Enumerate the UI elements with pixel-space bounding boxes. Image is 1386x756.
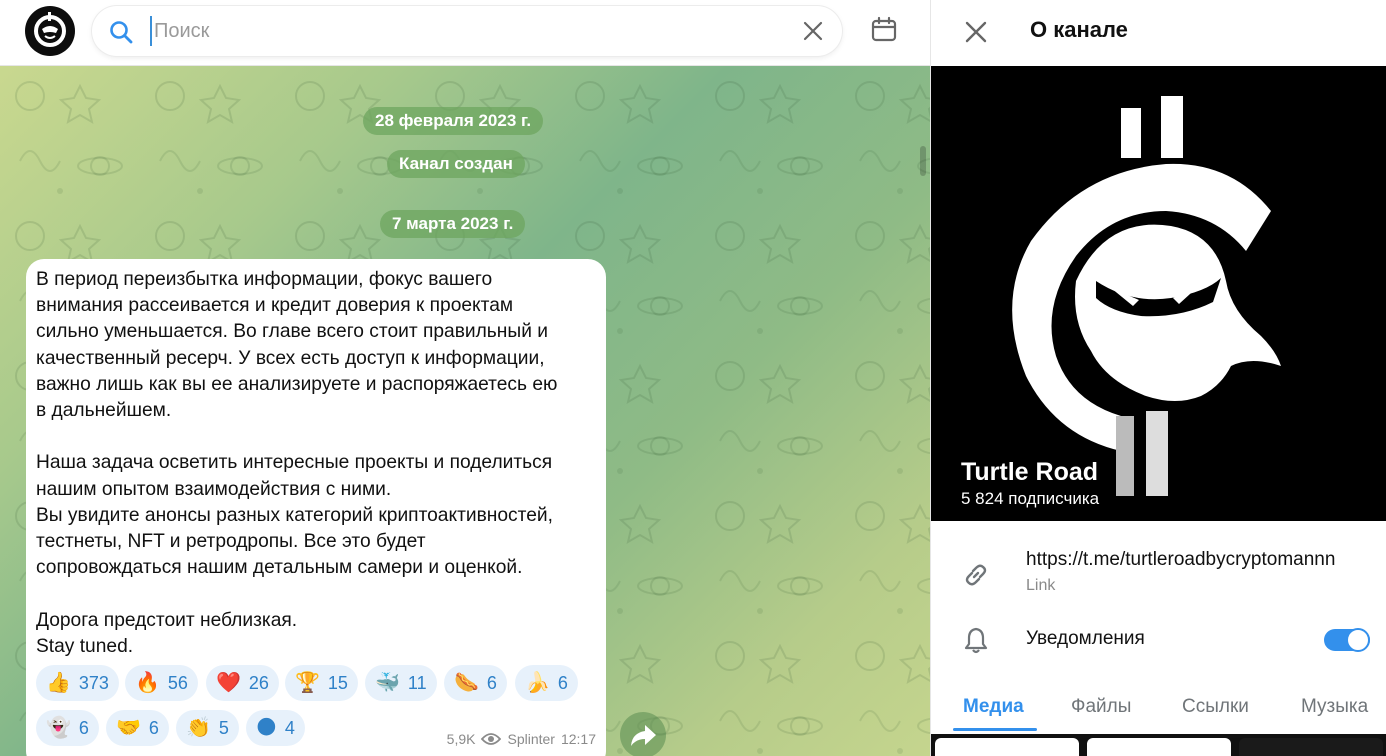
tab-media[interactable]: Медиа — [963, 696, 1024, 718]
search-icon — [110, 21, 133, 44]
chat-pane: 28 февраля 2023 г. Канал создан 7 марта … — [0, 0, 930, 756]
media-thumbnail[interactable] — [935, 738, 1079, 756]
reaction-chip[interactable]: 👻 6 — [36, 710, 99, 746]
active-tab-indicator — [953, 728, 1037, 731]
message-author: Splinter — [507, 731, 555, 747]
views-count: 5,9K — [446, 731, 476, 747]
channel-link[interactable]: https://t.me/turtleroadbycryptomannn — [1026, 549, 1335, 571]
notifications-label: Уведомления — [1026, 628, 1145, 649]
bell-icon — [964, 627, 988, 654]
message-text: В период переизбытка информации, фокус в… — [36, 269, 558, 657]
subscriber-count: 5 824 подписчика — [961, 489, 1100, 508]
channel-cover: Turtle Road 5 824 подписчика — [931, 66, 1386, 521]
reaction-chip[interactable]: 👏 5 — [176, 710, 239, 746]
forward-icon — [631, 725, 656, 746]
toggle-knob — [1346, 628, 1370, 652]
panel-header: О канале — [931, 0, 1386, 66]
channel-info-panel: О канале Turtle Road 5 824 подписчика ht… — [930, 0, 1386, 756]
service-message: Канал создан — [387, 150, 525, 178]
search-input[interactable] — [150, 16, 770, 46]
media-tabs: Медиа Файлы Ссылки Музыка — [931, 690, 1386, 731]
reaction-chip[interactable]: 🏆 15 — [285, 665, 358, 701]
reaction-chip[interactable]: ❤️ 26 — [206, 665, 279, 701]
date-pill: 7 марта 2023 г. — [380, 210, 526, 238]
link-label: Link — [1026, 577, 1056, 594]
forward-button[interactable] — [620, 712, 666, 756]
tab-music[interactable]: Музыка — [1301, 696, 1368, 718]
message-time: 12:17 — [560, 731, 596, 747]
reaction-chip[interactable]: 🍌 6 — [515, 665, 578, 701]
tab-files[interactable]: Файлы — [1071, 696, 1131, 718]
eye-icon — [481, 733, 502, 745]
link-icon — [965, 564, 987, 586]
reaction-chip[interactable]: 🔥 56 — [125, 665, 198, 701]
calendar-icon[interactable] — [870, 16, 898, 44]
date-pill: 28 февраля 2023 г. — [363, 107, 544, 135]
channel-name: Turtle Road — [961, 458, 1099, 486]
chat-scrollbar[interactable] — [920, 146, 926, 176]
panel-title: О канале — [1030, 17, 1128, 42]
menu-avatar[interactable] — [25, 6, 75, 56]
reaction-chip[interactable]: 🌑 4 — [246, 710, 305, 746]
clear-search-icon[interactable] — [802, 20, 824, 42]
media-grid — [931, 734, 1386, 756]
tab-links[interactable]: Ссылки — [1182, 696, 1249, 718]
notifications-toggle[interactable] — [1324, 628, 1370, 652]
channel-logo — [1012, 96, 1281, 496]
reaction-chip[interactable]: 🐳 11 — [365, 665, 437, 701]
message-bubble[interactable]: В период переизбытка информации, фокус в… — [26, 259, 606, 756]
media-thumbnail[interactable] — [1087, 738, 1231, 756]
chat-topbar — [0, 0, 930, 66]
close-icon[interactable] — [963, 19, 989, 45]
search-bar — [92, 6, 842, 56]
media-thumbnail[interactable] — [1239, 738, 1383, 756]
reaction-chip[interactable]: 🤝 6 — [106, 710, 169, 746]
reaction-chip[interactable]: 👍 373 — [36, 665, 119, 701]
reaction-chip[interactable]: 🌭 6 — [444, 665, 507, 701]
message-meta: 5,9K Splinter 12:17 — [447, 731, 596, 747]
